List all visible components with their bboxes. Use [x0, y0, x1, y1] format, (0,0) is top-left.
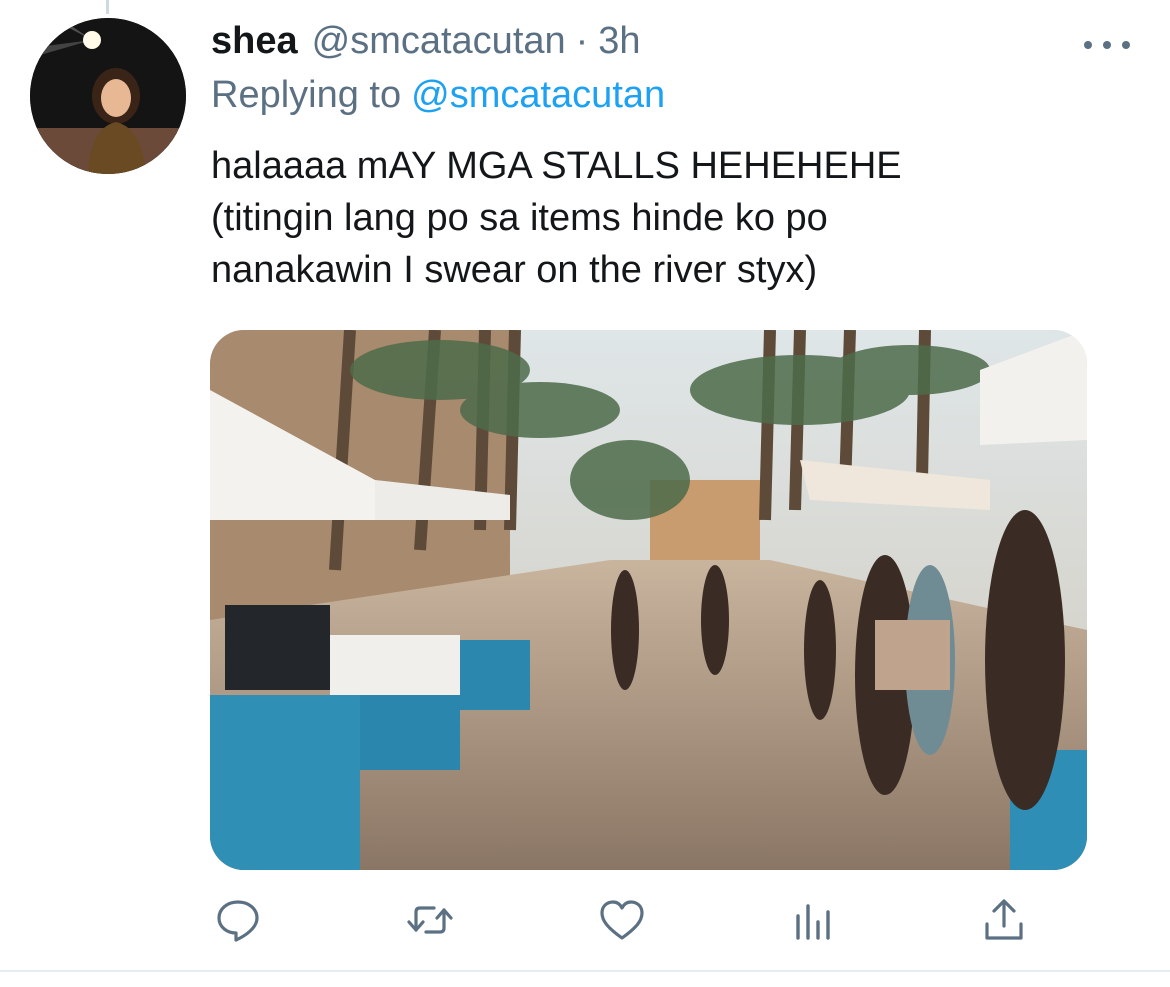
tweet-photo[interactable] — [210, 330, 1087, 870]
tweet-actions — [0, 896, 1170, 946]
tweet-text: halaaaa mAY MGA STALLS HEHEHEHE (titingi… — [211, 145, 902, 291]
analytics-button[interactable] — [790, 896, 838, 944]
more-options-icon[interactable] — [1084, 30, 1130, 60]
upload-icon — [985, 899, 1023, 940]
share-button[interactable] — [980, 896, 1028, 944]
more-dot — [1122, 41, 1130, 49]
retweet-icon — [407, 906, 453, 934]
replying-to: Replying to @smcatacutan — [211, 74, 665, 117]
avatar[interactable] — [30, 18, 186, 174]
timestamp[interactable]: 3h — [598, 20, 640, 63]
retweet-button[interactable] — [406, 896, 454, 944]
separator-dot: · — [575, 20, 589, 62]
replying-to-label: Replying to — [211, 74, 402, 116]
bar-chart-icon — [796, 904, 830, 940]
tweet-divider — [0, 970, 1170, 972]
user-handle[interactable]: @smcatacutan — [312, 20, 566, 63]
like-button[interactable] — [598, 896, 646, 944]
replying-to-handle[interactable]: @smcatacutan — [411, 74, 665, 116]
more-dot — [1084, 41, 1092, 49]
display-name[interactable]: shea — [211, 20, 298, 63]
tweet: shea @smcatacutan · 3h Replying to @smcat… — [0, 0, 1170, 987]
more-dot — [1103, 41, 1111, 49]
heart-icon — [600, 900, 644, 940]
tweet-header: shea @smcatacutan · 3h — [211, 20, 641, 70]
speech-bubble-icon — [217, 900, 259, 942]
reply-button[interactable] — [214, 896, 262, 944]
